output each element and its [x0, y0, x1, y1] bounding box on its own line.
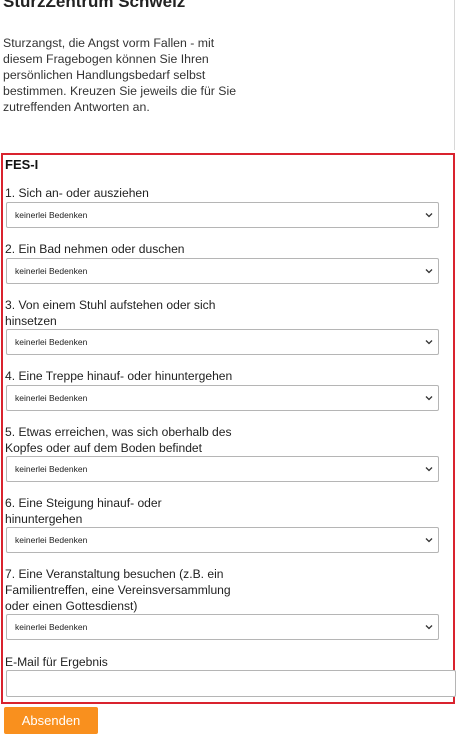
chevron-down-icon [425, 396, 433, 401]
question-2-label: 2. Ein Bad nehmen oder duschen [5, 242, 185, 256]
chevron-down-icon [425, 538, 433, 543]
page-title: SturzZentrum Schweiz [3, 0, 186, 11]
question-2-selected-value: keinerlei Bedenken [15, 266, 88, 276]
question-2-select[interactable]: keinerlei Bedenken [6, 258, 439, 284]
question-5-selected-value: keinerlei Bedenken [15, 464, 88, 474]
form-title: FES-I [5, 157, 39, 172]
question-3-select[interactable]: keinerlei Bedenken [6, 329, 439, 355]
intro-text: Sturzangst, die Angst vorm Fallen - mit … [3, 36, 237, 114]
question-7-select[interactable]: keinerlei Bedenken [6, 614, 439, 640]
page-edge-divider [454, 0, 455, 150]
question-6-select[interactable]: keinerlei Bedenken [6, 527, 439, 553]
chevron-down-icon [425, 213, 433, 218]
question-4-select[interactable]: keinerlei Bedenken [6, 385, 439, 411]
question-1-selected-value: keinerlei Bedenken [15, 210, 88, 220]
email-label: E-Mail für Ergebnis [5, 655, 108, 669]
question-7-label: 7. Eine Veranstaltung besuchen (z.B. ein… [5, 567, 231, 613]
submit-button[interactable]: Absenden [4, 707, 98, 734]
question-5-select[interactable]: keinerlei Bedenken [6, 456, 439, 482]
question-5-label: 5. Etwas erreichen, was sich oberhalb de… [5, 425, 232, 455]
question-3-label: 3. Von einem Stuhl aufstehen oder sich h… [5, 298, 216, 328]
fes-i-form: FES-I 1. Sich an- oder ausziehen keinerl… [1, 153, 456, 704]
email-field[interactable] [6, 670, 456, 697]
chevron-down-icon [425, 340, 433, 345]
question-4-selected-value: keinerlei Bedenken [15, 393, 88, 403]
question-6-label: 6. Eine Steigung hinauf- oder hinunterge… [5, 496, 162, 526]
chevron-down-icon [425, 269, 433, 274]
question-4-label: 4. Eine Treppe hinauf- oder hinuntergehe… [5, 369, 233, 383]
question-3-selected-value: keinerlei Bedenken [15, 337, 88, 347]
chevron-down-icon [425, 467, 433, 472]
question-1-select[interactable]: keinerlei Bedenken [6, 202, 439, 228]
question-7-selected-value: keinerlei Bedenken [15, 622, 88, 632]
chevron-down-icon [425, 625, 433, 630]
question-1-label: 1. Sich an- oder ausziehen [5, 186, 149, 200]
question-6-selected-value: keinerlei Bedenken [15, 535, 88, 545]
